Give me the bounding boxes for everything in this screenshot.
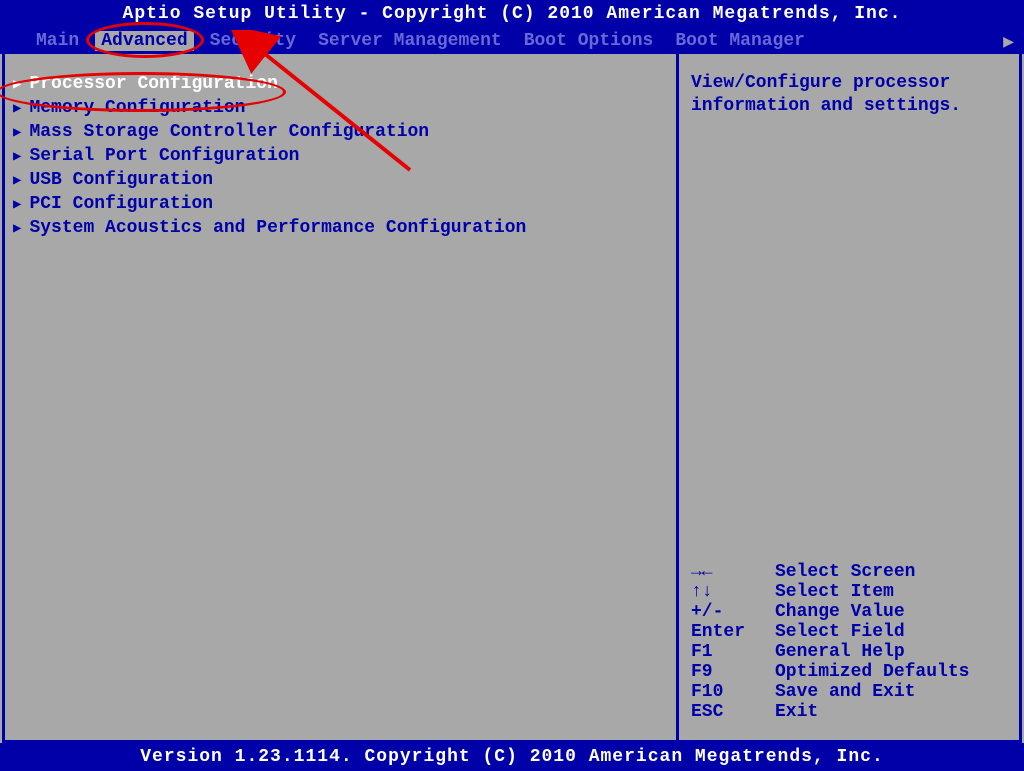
config-item-pci[interactable]: ▶ PCI Configuration [13, 192, 668, 216]
key-label: F1 [691, 642, 771, 662]
key-hint-row: →← Select Screen [691, 562, 1007, 582]
key-label: ↑↓ [691, 582, 771, 602]
menu-bar: Main Advanced Security Server Management… [0, 28, 1024, 54]
key-hint-row: F9 Optimized Defaults [691, 662, 1007, 682]
key-label: Enter [691, 622, 771, 642]
menu-scroll-right-icon[interactable]: ▶ [1003, 31, 1014, 53]
config-item-acoustics[interactable]: ▶ System Acoustics and Performance Confi… [13, 216, 668, 240]
key-action: Select Field [775, 622, 905, 642]
submenu-icon: ▶ [13, 148, 21, 165]
menu-tab-boot-options[interactable]: Boot Options [518, 31, 660, 51]
menu-tab-security[interactable]: Security [204, 31, 302, 51]
key-hint-row: ↑↓ Select Item [691, 582, 1007, 602]
key-hint-row: ESC Exit [691, 702, 1007, 722]
bios-setup-utility: Aptio Setup Utility - Copyright (C) 2010… [0, 0, 1024, 771]
key-hint-row: F10 Save and Exit [691, 682, 1007, 702]
submenu-icon: ▶ [13, 196, 21, 213]
right-panel: View/Configure processor information and… [679, 54, 1019, 740]
config-label: Serial Port Configuration [29, 146, 299, 166]
help-text-line: information and settings. [691, 95, 1007, 118]
footer-text: Version 1.23.1114. Copyright (C) 2010 Am… [0, 743, 1024, 771]
help-text: View/Configure processor information and… [691, 72, 1007, 119]
submenu-icon: ▶ [13, 172, 21, 189]
config-label: Mass Storage Controller Configuration [29, 122, 429, 142]
config-item-processor[interactable]: ▶ Processor Configuration [13, 72, 668, 96]
key-action: Save and Exit [775, 682, 915, 702]
key-action: Select Screen [775, 562, 915, 582]
key-action: Exit [775, 702, 818, 722]
menu-tab-main[interactable]: Main [30, 31, 85, 51]
config-label: System Acoustics and Performance Configu… [29, 218, 526, 238]
menu-tab-boot-manager[interactable]: Boot Manager [669, 31, 811, 51]
key-label: →← [691, 562, 771, 582]
submenu-icon: ▶ [13, 76, 21, 93]
config-label: Processor Configuration [29, 74, 277, 94]
key-hint-row: F1 General Help [691, 642, 1007, 662]
key-action: Change Value [775, 602, 905, 622]
key-hints: →← Select Screen ↑↓ Select Item +/- Chan… [691, 562, 1007, 722]
left-panel: ▶ Processor Configuration ▶ Memory Confi… [5, 54, 679, 740]
menu-tab-advanced[interactable]: Advanced [95, 31, 193, 51]
key-label: F10 [691, 682, 771, 702]
header-title: Aptio Setup Utility - Copyright (C) 2010… [0, 0, 1024, 28]
submenu-icon: ▶ [13, 220, 21, 237]
config-item-serial-port[interactable]: ▶ Serial Port Configuration [13, 144, 668, 168]
menu-tab-server-management[interactable]: Server Management [312, 31, 508, 51]
key-hint-row: +/- Change Value [691, 602, 1007, 622]
key-action: Optimized Defaults [775, 662, 969, 682]
key-label: F9 [691, 662, 771, 682]
config-label: PCI Configuration [29, 194, 213, 214]
key-hint-row: Enter Select Field [691, 622, 1007, 642]
config-item-usb[interactable]: ▶ USB Configuration [13, 168, 668, 192]
key-action: Select Item [775, 582, 894, 602]
key-label: ESC [691, 702, 771, 722]
config-item-mass-storage[interactable]: ▶ Mass Storage Controller Configuration [13, 120, 668, 144]
submenu-icon: ▶ [13, 100, 21, 117]
key-label: +/- [691, 602, 771, 622]
submenu-icon: ▶ [13, 124, 21, 141]
config-item-memory[interactable]: ▶ Memory Configuration [13, 96, 668, 120]
content-area: ▶ Processor Configuration ▶ Memory Confi… [2, 54, 1022, 743]
config-label: USB Configuration [29, 170, 213, 190]
config-label: Memory Configuration [29, 98, 245, 118]
help-text-line: View/Configure processor [691, 72, 1007, 95]
key-action: General Help [775, 642, 905, 662]
